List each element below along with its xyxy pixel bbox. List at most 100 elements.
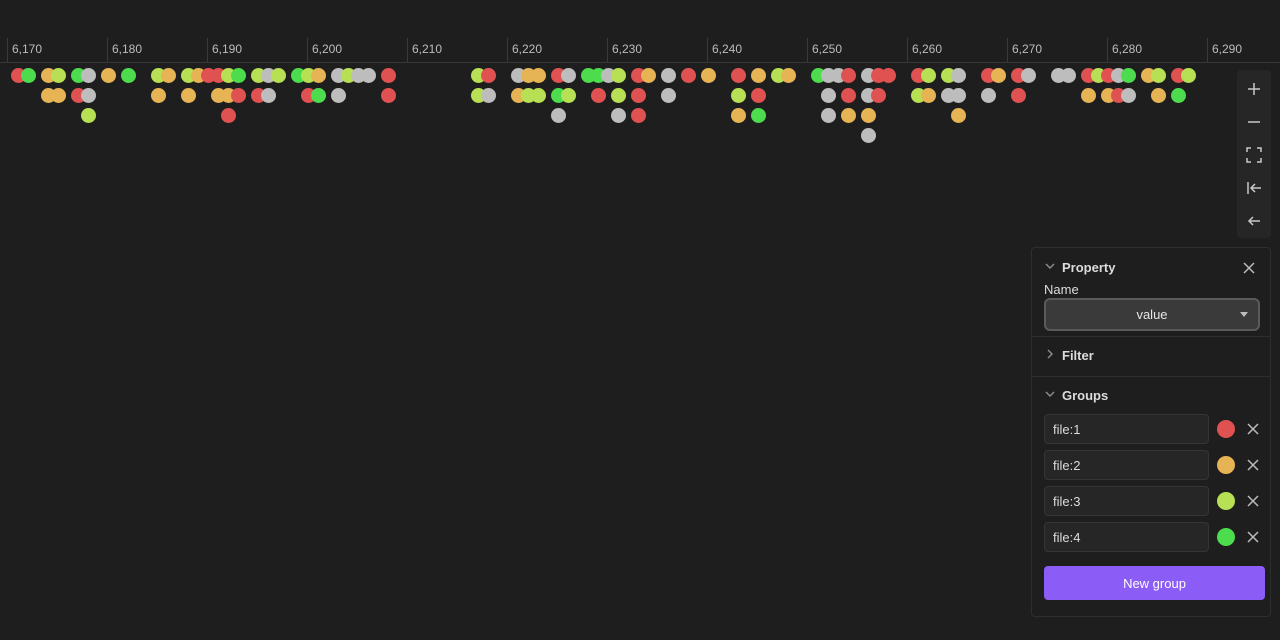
timeline-event-dot[interactable] [20,67,36,83]
timeline-event-dot[interactable] [660,87,676,103]
zoom-in-button[interactable] [1237,72,1271,105]
timeline-event-dot[interactable] [820,107,836,123]
timeline-event-dot[interactable] [360,67,376,83]
timeline-event-dot[interactable] [660,67,676,83]
timeline-event-dot[interactable] [680,67,696,83]
timeline-event-dot[interactable] [870,87,886,103]
groups-section-toggle[interactable]: Groups [1044,386,1108,404]
timeline-event-dot[interactable] [780,67,796,83]
timeline-event-dot[interactable] [750,67,766,83]
filter-section-toggle[interactable]: Filter [1044,346,1094,364]
group-color-swatch[interactable] [1217,492,1235,510]
group-color-swatch[interactable] [1217,528,1235,546]
timeline-event-dot[interactable] [50,87,66,103]
timeline-event-dot[interactable] [80,87,96,103]
timeline-event-dot[interactable] [920,87,936,103]
property-section-toggle[interactable]: Property [1044,258,1115,276]
timeline-event-dot[interactable] [730,107,746,123]
timeline-event-dot[interactable] [1120,67,1136,83]
timeline-event-dot[interactable] [230,67,246,83]
timeline-event-dot[interactable] [560,87,576,103]
remove-group-button[interactable] [1242,418,1264,440]
timeline-event-dot[interactable] [1080,87,1096,103]
timeline-event-dot[interactable] [50,67,66,83]
timeline-event-dot[interactable] [1120,87,1136,103]
timeline-event-dot[interactable] [750,107,766,123]
timeline-event-dot[interactable] [950,107,966,123]
timeline-event-dot[interactable] [820,87,836,103]
timeline-event-dot[interactable] [590,87,606,103]
timeline-event-dot[interactable] [380,87,396,103]
timeline-event-dot[interactable] [80,67,96,83]
timeline-event-dot[interactable] [230,87,246,103]
timeline-tick [807,38,808,62]
timeline-event-dot[interactable] [330,87,346,103]
timeline-event-dot[interactable] [730,87,746,103]
timeline-event-dot[interactable] [700,67,716,83]
timeline-event-dot[interactable] [840,107,856,123]
timeline-event-dot[interactable] [840,67,856,83]
timeline-event-dot[interactable] [480,67,496,83]
zoom-out-button[interactable] [1237,105,1271,138]
timeline-event-dot[interactable] [630,87,646,103]
timeline-event-dot[interactable] [80,107,96,123]
timeline-event-dot[interactable] [310,67,326,83]
timeline-event-dot[interactable] [220,107,236,123]
remove-group-button[interactable] [1242,490,1264,512]
timeline-event-dot[interactable] [860,127,876,143]
timeline-event-dot[interactable] [920,67,936,83]
property-name-select[interactable]: value [1044,298,1260,331]
timeline-event-dot[interactable] [1010,87,1026,103]
group-query-input[interactable]: file:2 [1044,450,1209,480]
timeline-event-dot[interactable] [1150,67,1166,83]
remove-group-button[interactable] [1242,526,1264,548]
timeline-event-dot[interactable] [1150,87,1166,103]
timeline-event-dot[interactable] [260,87,276,103]
timeline-event-dot[interactable] [560,67,576,83]
timeline-event-dot[interactable] [480,87,496,103]
timeline-event-dot[interactable] [990,67,1006,83]
timeline-event-dot[interactable] [1170,87,1186,103]
timeline-event-dot[interactable] [150,87,166,103]
timeline-event-dot[interactable] [1180,67,1196,83]
timeline-event-dot[interactable] [640,67,656,83]
group-color-swatch[interactable] [1217,456,1235,474]
timeline-event-dot[interactable] [160,67,176,83]
back-button[interactable] [1237,204,1271,237]
timeline-event-dot[interactable] [860,107,876,123]
timeline-event-dot[interactable] [180,87,196,103]
timeline-event-dot[interactable] [750,87,766,103]
group-query-input[interactable]: file:3 [1044,486,1209,516]
fit-view-button[interactable] [1237,138,1271,171]
group-query-input[interactable]: file:1 [1044,414,1209,444]
timeline-event-dot[interactable] [840,87,856,103]
timeline-event-dot[interactable] [630,107,646,123]
chevron-right-icon [1044,349,1056,361]
timeline-event-dot[interactable] [610,87,626,103]
timeline-event-dot[interactable] [120,67,136,83]
timeline-event-dot[interactable] [1020,67,1036,83]
timeline-event-dot[interactable] [100,67,116,83]
timeline-event-dot[interactable] [380,67,396,83]
timeline-event-dot[interactable] [530,67,546,83]
group-query-input[interactable]: file:4 [1044,522,1209,552]
remove-group-button[interactable] [1242,454,1264,476]
timeline-event-dot[interactable] [880,67,896,83]
timeline-event-dot[interactable] [310,87,326,103]
jump-to-start-button[interactable] [1237,171,1271,204]
timeline-event-dot[interactable] [270,67,286,83]
timeline-event-dot[interactable] [980,87,996,103]
timeline-tick [307,38,308,62]
close-panel-button[interactable] [1241,260,1257,276]
timeline-event-dot[interactable] [1060,67,1076,83]
timeline-event-dot[interactable] [950,87,966,103]
timeline-event-dot[interactable] [730,67,746,83]
timeline-event-dot[interactable] [950,67,966,83]
timeline-event-dot[interactable] [530,87,546,103]
timeline-event-dot[interactable] [610,67,626,83]
timeline-event-dot[interactable] [610,107,626,123]
new-group-button[interactable]: New group [1044,566,1265,600]
timeline-tick [1207,38,1208,62]
timeline-event-dot[interactable] [550,107,566,123]
group-color-swatch[interactable] [1217,420,1235,438]
